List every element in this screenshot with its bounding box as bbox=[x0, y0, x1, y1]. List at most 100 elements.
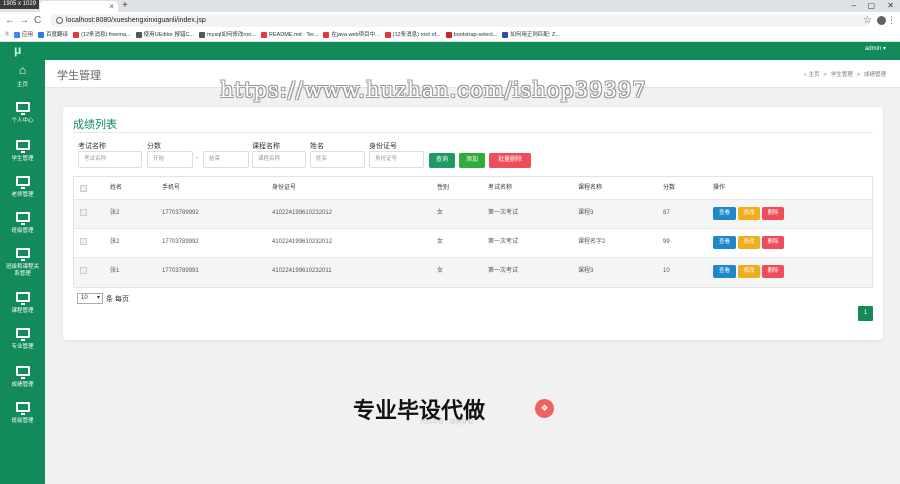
bookmark-item[interactable]: 应用 bbox=[14, 29, 34, 41]
bookmark-item[interactable]: bootstrap-select... bbox=[445, 29, 498, 41]
row-checkbox[interactable] bbox=[80, 209, 87, 216]
sidebar-item[interactable]: 班级和课程关系管理 bbox=[0, 248, 45, 278]
bookmark-item[interactable]: (12条消息) root of... bbox=[384, 29, 441, 41]
user-menu[interactable]: admin ▾ bbox=[865, 45, 886, 52]
page-title: 学生管理 bbox=[57, 70, 101, 82]
sidebar-item[interactable]: 个人中心 bbox=[0, 102, 45, 125]
table-row: 张2 17703789992 410224199610232012 女 第一次考试 课程名… bbox=[74, 229, 872, 258]
bookmark-item[interactable]: 如何用正则匹配: Z... bbox=[502, 29, 560, 41]
sidebar-item[interactable]: 班级管理 bbox=[0, 212, 45, 235]
student-name-label: 姓名 bbox=[310, 143, 324, 150]
sidebar-item[interactable]: 老师管理 bbox=[0, 176, 45, 199]
column-header: 考试名称 bbox=[488, 185, 513, 191]
sidebar-item[interactable]: 成绩管理 bbox=[0, 366, 45, 389]
sidebar-item-label: 专业管理 bbox=[11, 344, 34, 350]
delete-button[interactable]: 删除 bbox=[762, 207, 784, 220]
maximize-button[interactable]: ▢ bbox=[867, 0, 875, 11]
sidebar-item-label: 班级和课程关系管理 bbox=[5, 264, 39, 277]
table-cell-phone: 17703789992 bbox=[162, 210, 199, 216]
browser-tab-bar: 1905 x 1029 × + – ▢ ✕ bbox=[0, 0, 900, 12]
edit-button[interactable]: 修改 bbox=[738, 236, 760, 249]
student-name-input[interactable]: 姓名 bbox=[310, 151, 365, 168]
exam-name-label: 考试名称 bbox=[78, 143, 106, 150]
batch-delete-button[interactable]: 批量删除 bbox=[489, 153, 531, 168]
sidebar-item[interactable]: 课程管理 bbox=[0, 292, 45, 315]
profile-avatar[interactable] bbox=[877, 16, 886, 25]
card-title: 成绩列表 bbox=[73, 119, 117, 131]
new-tab-button[interactable]: + bbox=[122, 0, 128, 12]
add-button[interactable]: 添加 bbox=[459, 153, 485, 168]
close-window-button[interactable]: ✕ bbox=[887, 0, 894, 11]
course-name-input[interactable]: 课程名称 bbox=[252, 151, 306, 168]
search-button[interactable]: 查询 bbox=[429, 153, 455, 168]
sidebar-item[interactable]: ⌂ 主页 bbox=[0, 64, 45, 89]
table-cell-course: 课程名字2 bbox=[578, 239, 606, 245]
bookmark-item[interactable]: mysql如何修改roo... bbox=[199, 29, 256, 41]
view-button[interactable]: 查看 bbox=[713, 207, 736, 220]
exam-name-input[interactable]: 考试名称 bbox=[78, 151, 142, 168]
row-checkbox[interactable] bbox=[80, 238, 87, 245]
bookmark-star-icon[interactable]: ☆ bbox=[863, 14, 872, 27]
sidebar-item[interactable]: 学生管理 bbox=[0, 140, 45, 163]
floating-action-icon[interactable]: ❖ bbox=[535, 399, 554, 418]
bookmark-item[interactable]: 百度翻译 bbox=[38, 29, 68, 41]
sidebar-item-label: 主页 bbox=[16, 82, 28, 88]
bookmark-favicon-icon bbox=[323, 31, 330, 38]
idcard-input[interactable]: 身份证号 bbox=[369, 151, 424, 168]
table-cell-exam: 第一次考试 bbox=[488, 239, 519, 245]
bookmark-label: 应用 bbox=[22, 32, 34, 38]
tab-close-icon[interactable]: × bbox=[109, 1, 114, 12]
score-label: 分数 bbox=[147, 143, 161, 150]
page-size-suffix: 条 每页 bbox=[106, 296, 129, 303]
sidebar-item[interactable]: 班级管理 bbox=[0, 402, 45, 425]
edit-button[interactable]: 修改 bbox=[738, 265, 760, 278]
table-cell-course: 课程3 bbox=[578, 268, 594, 274]
breadcrumb-item[interactable]: 成绩管理 bbox=[864, 72, 886, 78]
breadcrumb-separator: > bbox=[823, 72, 827, 78]
bookmark-item[interactable]: (12条消息) freema... bbox=[73, 29, 131, 41]
score-list-card: 成绩列表 考试名称 考试名称 分数 开始 - 结束 课程名称 课程名称 姓名 姓… bbox=[63, 107, 883, 340]
bookmark-label: README.md · Ter... bbox=[268, 32, 319, 38]
sidebar-item[interactable]: 专业管理 bbox=[0, 328, 45, 351]
pagination-page-1[interactable]: 1 bbox=[858, 306, 873, 321]
sidebar-item-label: 个人中心 bbox=[11, 118, 34, 124]
back-button[interactable]: ← bbox=[5, 14, 15, 27]
view-button[interactable]: 查看 bbox=[713, 265, 736, 278]
sidebar-item-label: 成绩管理 bbox=[11, 382, 34, 388]
bookmark-favicon-icon bbox=[445, 31, 452, 38]
bookmark-item[interactable]: README.md · Ter... bbox=[260, 29, 319, 41]
sidebar-item-label: 老师管理 bbox=[11, 192, 34, 198]
reload-button[interactable]: C bbox=[34, 14, 41, 27]
apps-icon[interactable]: ⠿ bbox=[5, 29, 9, 41]
table-row: 张2 17703789992 410224199610232012 女 第一次考试 课程3… bbox=[74, 200, 872, 229]
table-row: 张1 17703789991 410224199610232011 女 第一次考试 课程3… bbox=[74, 258, 872, 287]
forward-button[interactable]: → bbox=[19, 14, 29, 27]
bookmark-label: 如何用正则匹配: Z... bbox=[510, 32, 560, 38]
table-cell-phone: 17703789992 bbox=[162, 239, 199, 245]
browser-tab[interactable]: × bbox=[40, 1, 118, 12]
edit-button[interactable]: 修改 bbox=[738, 207, 760, 220]
range-dash: - bbox=[196, 155, 199, 162]
browser-menu-icon[interactable]: ⋮ bbox=[887, 14, 896, 27]
breadcrumb-item[interactable]: ⌂ 主页 bbox=[804, 72, 820, 78]
table-cell-exam: 第一次考试 bbox=[488, 210, 519, 216]
table-cell-gender: 女 bbox=[437, 268, 444, 274]
bookmark-label: bootstrap-select... bbox=[453, 32, 498, 38]
bookmark-item[interactable]: 在java web项目中... bbox=[323, 29, 380, 41]
table-cell-idcard: 410224199610232011 bbox=[272, 268, 332, 274]
table-cell-exam: 第一次考试 bbox=[488, 268, 519, 274]
breadcrumb-item[interactable]: 学生管理 bbox=[831, 72, 853, 78]
row-checkbox[interactable] bbox=[80, 267, 87, 274]
sidebar: ⌂ 主页 个人中心 学生管理 老师管理 班级管理 班级和课程关系管理 课程管理 专业管理 成绩管理… bbox=[0, 60, 45, 484]
url-field[interactable]: localhost:8080/xueshengxinxiguanli/index… bbox=[50, 14, 870, 27]
view-button[interactable]: 查看 bbox=[713, 236, 736, 249]
bookmark-item[interactable]: 使用UEditor 报错C... bbox=[135, 29, 194, 41]
delete-button[interactable]: 删除 bbox=[762, 236, 784, 249]
delete-button[interactable]: 删除 bbox=[762, 265, 784, 278]
page-size-select[interactable]: 10 bbox=[77, 293, 103, 304]
minimize-button[interactable]: – bbox=[852, 0, 856, 11]
monitor-icon bbox=[15, 212, 30, 225]
score-start-input[interactable]: 开始 bbox=[147, 151, 193, 168]
score-end-input[interactable]: 结束 bbox=[203, 151, 249, 168]
select-all-checkbox[interactable] bbox=[80, 185, 87, 192]
